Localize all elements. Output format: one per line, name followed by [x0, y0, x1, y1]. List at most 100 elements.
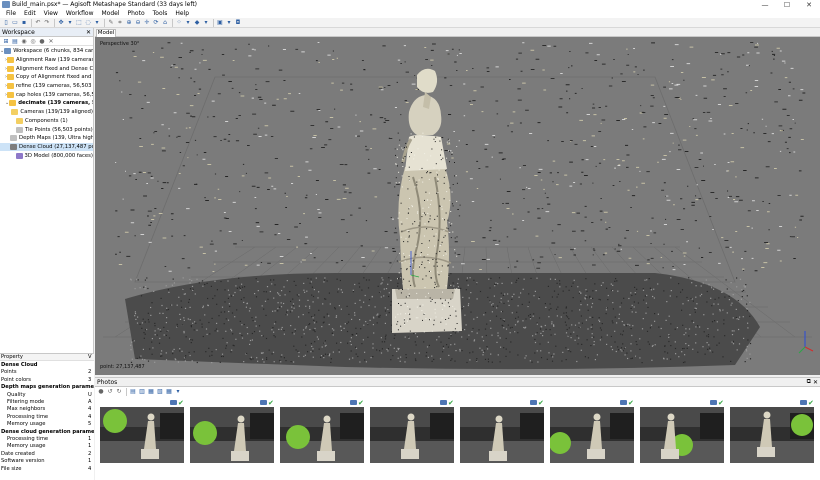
tree-item[interactable]: › Copy of Alignment fixed and De	[0, 73, 93, 82]
tree-item[interactable]: ›refine (139 cameras, 56,503 point	[0, 82, 93, 91]
thumbnail-image	[730, 407, 814, 463]
camera-icon	[620, 400, 627, 405]
check-icon: ✔	[628, 398, 634, 407]
menu-model[interactable]: Model	[97, 10, 123, 17]
dropdown-arrow-icon[interactable]: ▾	[174, 388, 182, 396]
thumbnail-image	[370, 407, 454, 463]
property-name: Date created	[1, 450, 35, 457]
rotate-icon[interactable]: ⟳	[152, 19, 160, 27]
tree-item[interactable]: ⌄decimate (139 cameras, 56,503	[0, 99, 93, 108]
crop-icon[interactable]: ⌗	[116, 19, 124, 27]
model-viewport[interactable]: Perspective 30° point: 27,137,487	[95, 37, 820, 375]
disable-cameras-icon[interactable]: ▥	[138, 388, 146, 396]
disable-icon[interactable]: ◎	[29, 37, 37, 45]
menu-workflow[interactable]: Workflow	[62, 10, 98, 17]
tab-model[interactable]: Model	[96, 29, 116, 37]
chunk-icon	[7, 74, 14, 81]
tree-item[interactable]: › Alignment fixed and Dense Clou	[0, 64, 93, 73]
dropdown-arrow-icon[interactable]: ▾	[225, 19, 233, 27]
zoom-out-icon[interactable]: ⊖	[134, 19, 142, 27]
tree-item[interactable]: Tie Points (56,503 points)	[0, 125, 93, 134]
property-row[interactable]: Date created 2	[0, 450, 94, 457]
add-chunk-icon[interactable]: ⊞	[2, 37, 10, 45]
property-row[interactable]: Dense Cloud	[0, 361, 94, 368]
navigation-icon[interactable]: ✥	[57, 19, 65, 27]
rotate-left-icon[interactable]: ↺	[106, 388, 114, 396]
view-mode-icon[interactable]: ▦	[165, 388, 173, 396]
check-icon: ✔	[538, 398, 544, 407]
dense-cloud-icon[interactable]: ⁘	[175, 19, 183, 27]
save-icon[interactable]: ▪	[20, 19, 28, 27]
tree-item[interactable]: Dense Cloud (27,137,487 poin	[0, 142, 93, 152]
photo-thumbnail[interactable]	[640, 407, 724, 463]
tree-item[interactable]: 3D Model (800,000 faces)	[0, 151, 93, 160]
property-row[interactable]: Filtering mode A	[0, 398, 94, 405]
photo-thumbnail[interactable]	[280, 407, 364, 463]
property-row[interactable]: Depth maps generation parameters	[0, 384, 94, 391]
menu-edit[interactable]: Edit	[20, 10, 40, 17]
chunk-icon	[7, 83, 14, 90]
minimize-button[interactable]: —	[754, 1, 776, 9]
dropdown-arrow-icon[interactable]: ▾	[66, 19, 74, 27]
property-row[interactable]: Processing time 1	[0, 435, 94, 442]
new-icon[interactable]: ▯	[2, 19, 10, 27]
dropdown-arrow-icon[interactable]: ▾	[202, 19, 210, 27]
close-window-button[interactable]: ✕	[798, 1, 820, 9]
undo-icon[interactable]: ↶	[34, 19, 42, 27]
add-photos-icon[interactable]: ▤	[11, 37, 19, 45]
move-icon[interactable]: ✛	[143, 19, 151, 27]
camera-display-icon[interactable]: ▣	[216, 19, 224, 27]
property-row[interactable]: Processing time 4	[0, 413, 94, 420]
property-row[interactable]: Quality U	[0, 391, 94, 398]
property-row[interactable]: Memory usage 5	[0, 421, 94, 428]
open-icon[interactable]: ▭	[11, 19, 19, 27]
filter-icon[interactable]: ▧	[156, 388, 164, 396]
maximize-button[interactable]: ☐	[776, 1, 798, 9]
tree-item[interactable]: ›Alignment Raw (139 cameras, 10	[0, 56, 93, 65]
enable-icon[interactable]: ◉	[20, 37, 28, 45]
enable-cameras-icon[interactable]: ▤	[129, 388, 137, 396]
reset-filter-icon[interactable]: ▦	[147, 388, 155, 396]
delete-icon[interactable]: ✕	[47, 37, 55, 45]
menu-view[interactable]: View	[40, 10, 62, 17]
menu-file[interactable]: File	[2, 10, 20, 17]
property-row[interactable]: Max neighbors 4	[0, 406, 94, 413]
property-row[interactable]: Point colors 3	[0, 376, 94, 383]
tree-item[interactable]: Cameras (139/139 aligned)	[0, 108, 93, 117]
menu-help[interactable]: Help	[171, 10, 193, 17]
lasso-icon[interactable]: ◌	[84, 19, 92, 27]
reset-view-icon[interactable]: ⌂	[161, 19, 169, 27]
dropdown-arrow-icon[interactable]: ▾	[184, 19, 192, 27]
property-row[interactable]: Dense cloud generation parameters	[0, 428, 94, 435]
ruler-icon[interactable]: ✎	[107, 19, 115, 27]
tree-item[interactable]: Depth Maps (139, Ultra high	[0, 134, 93, 143]
menu-tools[interactable]: Tools	[149, 10, 172, 17]
photo-thumbnail[interactable]	[100, 407, 184, 463]
property-row[interactable]: File size 4	[0, 465, 94, 472]
photo-thumbnail[interactable]	[190, 407, 274, 463]
capture-view-icon[interactable]: ◘	[234, 19, 242, 27]
zoom-in-icon[interactable]: ⊕	[125, 19, 133, 27]
redo-icon[interactable]: ↷	[43, 19, 51, 27]
photo-thumbnail[interactable]	[370, 407, 454, 463]
dropdown-arrow-icon[interactable]: ▾	[93, 19, 101, 27]
remove-icon[interactable]: ●	[38, 37, 46, 45]
close-icon[interactable]: ✕	[813, 379, 820, 386]
photo-thumbnail[interactable]	[730, 407, 814, 463]
point-cloud-scene[interactable]	[95, 37, 820, 375]
property-row[interactable]: Memory usage 1	[0, 443, 94, 450]
model-icon[interactable]: ◆	[193, 19, 201, 27]
property-row[interactable]: Points 2	[0, 369, 94, 376]
tree-item[interactable]: Components (1)	[0, 117, 93, 126]
menu-photo[interactable]: Photo	[124, 10, 149, 17]
close-icon[interactable]: ✕	[86, 29, 93, 36]
folder-icon	[16, 117, 23, 124]
select-icon[interactable]: ⬚	[75, 19, 83, 27]
photo-thumbnail[interactable]	[460, 407, 544, 463]
remove-cameras-icon[interactable]: ●	[97, 388, 105, 396]
tree-item[interactable]: ›cap holes (139 cameras, 56,503 p	[0, 90, 93, 99]
photo-thumbnail[interactable]	[550, 407, 634, 463]
property-row[interactable]: Software version 1	[0, 457, 94, 464]
tree-item[interactable]: ⌄Workspace (6 chunks, 834 cameras)	[0, 47, 93, 56]
rotate-right-icon[interactable]: ↻	[115, 388, 123, 396]
